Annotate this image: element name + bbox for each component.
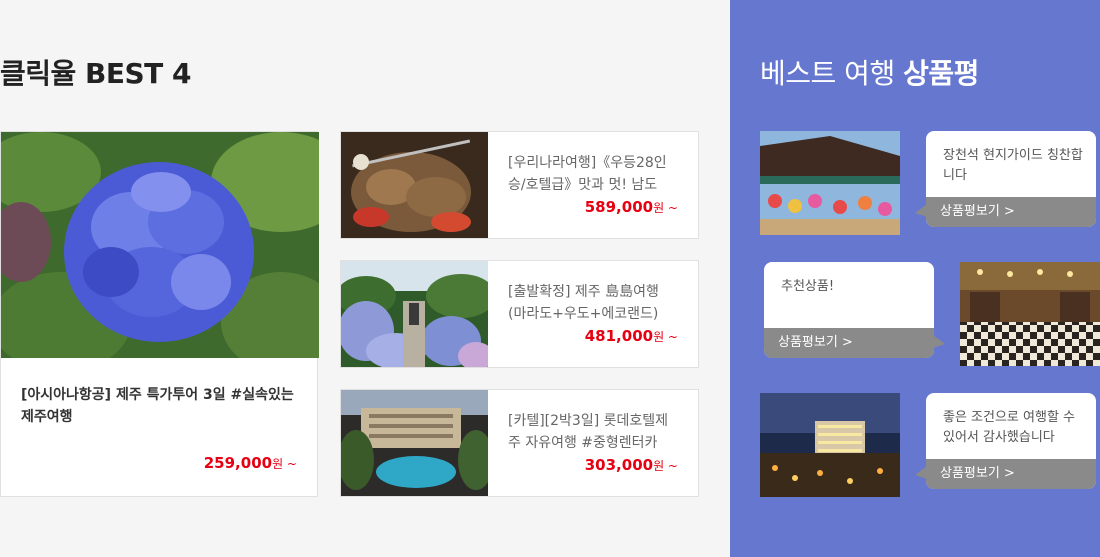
- review-bubble[interactable]: 추천상품! 상품평보기 >: [764, 262, 945, 358]
- bubble-tail: [933, 335, 945, 348]
- featured-product-title: [아시아나항공] 제주 특가투어 3일 #실속있는 제주여행: [21, 387, 294, 425]
- best-click-section: 클릭율 BEST 4 [아시아나항공] 제주 특가투어 3일 #실속있는 제주여…: [0, 0, 730, 557]
- review-bubble[interactable]: 장천석 현지가이드 칭찬합니다 상품평보기 >: [915, 131, 1096, 227]
- resort-pool-photo: [341, 390, 488, 496]
- bubble-tail: [915, 204, 927, 217]
- review-bubble[interactable]: 좋은 조건으로 여행할 수 있어서 감사했습니다 상품평보기 >: [915, 393, 1096, 489]
- review-text: 추천상품!: [781, 279, 835, 294]
- best-review-section: 베스트 여행 상품평 장천석 현지가이드 칭찬합니다 상품평보기 > 추천상품!…: [730, 0, 1100, 557]
- product-card[interactable]: [우리나라여행]《우등28인승/호텔급》맛과 멋! 남도 589,000원 ~: [340, 131, 699, 239]
- title-normal: 베스트 여행: [760, 57, 895, 90]
- product-price: 481,000원 ~: [585, 327, 678, 345]
- featured-product-card[interactable]: [아시아나항공] 제주 특가투어 3일 #실속있는 제주여행 259,000원 …: [0, 131, 319, 497]
- korean-food-photo: [341, 132, 488, 238]
- price-amount: 481,000: [584, 327, 654, 345]
- price-amount: 303,000: [584, 456, 654, 474]
- product-card[interactable]: [출발확정] 제주 島島여행 (마라도+우도+에코랜드) 481,000원 ~: [340, 260, 699, 368]
- view-review-button[interactable]: 상품평보기 >: [926, 197, 1096, 227]
- product-price: 303,000원 ~: [585, 456, 678, 474]
- review-text: 장천석 현지가이드 칭찬합니다: [943, 148, 1083, 183]
- product-card[interactable]: [카텔][2박3일] 롯데호텔제주 자유여행 #중형렌터카 303,000원 ~: [340, 389, 699, 497]
- checkered-hall-photo[interactable]: [960, 262, 1100, 366]
- bubble-tail: [915, 466, 927, 479]
- view-review-button[interactable]: 상품평보기 >: [926, 459, 1096, 489]
- price-amount: 259,000: [203, 454, 273, 472]
- section-title: 베스트 여행 상품평: [760, 52, 979, 92]
- view-review-button[interactable]: 상품평보기 >: [764, 328, 934, 358]
- price-suffix: 원 ~: [653, 459, 678, 473]
- price-suffix: 원 ~: [272, 457, 297, 471]
- price-amount: 589,000: [584, 198, 654, 216]
- featured-product-price: 259,000원 ~: [204, 454, 297, 472]
- price-suffix: 원 ~: [653, 201, 678, 215]
- night-city-photo[interactable]: [760, 393, 900, 497]
- price-suffix: 원 ~: [653, 330, 678, 344]
- product-title: [우리나라여행]《우등28인승/호텔급》맛과 멋! 남도: [508, 155, 667, 193]
- product-title: [카텔][2박3일] 롯데호텔제주 자유여행 #중형렌터카: [508, 413, 669, 451]
- product-title: [출발확정] 제주 島島여행 (마라도+우도+에코랜드): [508, 284, 659, 322]
- product-price: 589,000원 ~: [585, 198, 678, 216]
- hydrangea-garden-photo: [341, 261, 488, 367]
- section-title: 클릭율 BEST 4: [0, 57, 192, 90]
- review-text: 좋은 조건으로 여행할 수 있어서 감사했습니다: [943, 410, 1075, 445]
- temple-lanterns-photo[interactable]: [760, 131, 900, 235]
- blue-hydrangea-photo: [1, 132, 319, 358]
- title-bold: 상품평: [903, 57, 979, 90]
